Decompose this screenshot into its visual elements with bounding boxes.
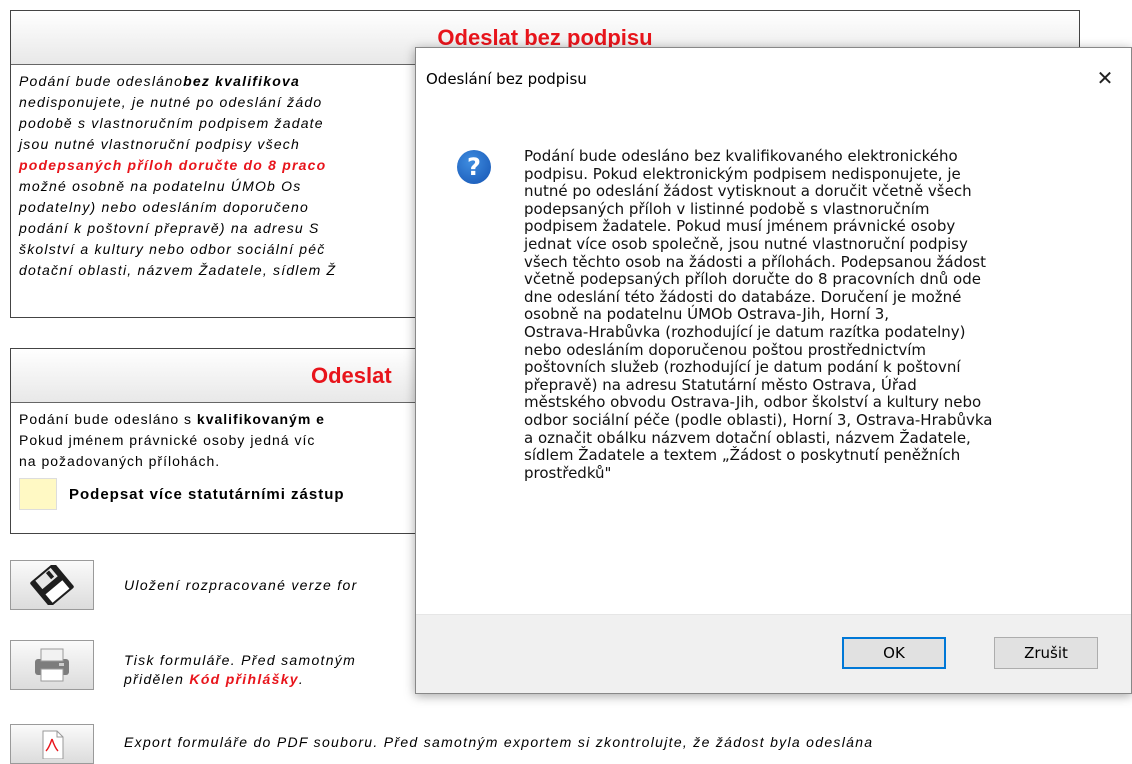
dialog-message-line: městského obvodu Ostrava-Jih, odbor škol… <box>524 393 982 412</box>
desc-line: nedisponujete, je nutné po odeslání žádo <box>19 94 323 110</box>
desc-line: dotační oblasti, názvem Žadatele, sídlem… <box>19 262 337 278</box>
dialog-message-line: poštovních služeb (rozhodující je datum … <box>524 358 961 377</box>
desc-line-bold: kvalifikovaným e <box>196 411 325 427</box>
print-desc-line: přidělen <box>124 671 190 687</box>
question-icon: ? <box>457 150 491 184</box>
export-pdf-button[interactable] <box>10 724 94 764</box>
dialog-message: Podání bude odesláno bez kvalifikovaného… <box>524 147 1084 482</box>
dialog-message-line: podpisu. Pokud elektronickým podpisem ne… <box>524 164 961 183</box>
desc-line: podatelny) nebo odesláním doporučeno <box>19 199 309 215</box>
dialog-message-line: podpisem žadatele. Pokud musí jménem prá… <box>524 217 956 236</box>
print-desc-line: . <box>298 671 305 687</box>
ok-button[interactable]: OK <box>842 637 946 669</box>
confirm-dialog: Odeslání bez podpisu ✕ ? Podání bude ode… <box>415 47 1132 694</box>
desc-line: Podání bude odesláno <box>19 73 184 89</box>
desc-line: možné osobně na podatelnu ÚMOb Os <box>19 178 302 194</box>
desc-line-red: podepsaných příloh doručte do 8 praco <box>19 157 327 173</box>
desc-line: Podání bude odesláno s <box>19 411 197 427</box>
dialog-message-line: sídlem Žadatele a textem „Žádost o posky… <box>524 446 961 465</box>
print-desc-line: Tisk formuláře. Před samotným <box>124 652 357 668</box>
dialog-footer: OK Zrušit <box>416 614 1131 693</box>
dialog-message-line: podepsaných příloh v listinné podobě s v… <box>524 199 930 218</box>
dialog-titlebar: Odeslání bez podpisu ✕ <box>416 48 1131 110</box>
dialog-message-line: přepravě) na adresu Statutární město Ost… <box>524 375 917 394</box>
save-button[interactable] <box>10 560 94 610</box>
pdf-file-icon <box>42 730 64 759</box>
desc-line: školství a kultury nebo odbor sociální p… <box>19 241 326 257</box>
desc-line: jsou nutné vlastnoruční podpisy všech <box>19 136 300 152</box>
sign-multiple-label: Podepsat více statutárními zástup <box>69 485 345 503</box>
dialog-message-line: prostředků" <box>524 463 612 482</box>
dialog-title: Odeslání bez podpisu <box>426 70 587 88</box>
dialog-message-line: dne odeslání této žádosti do databáze. D… <box>524 287 962 306</box>
save-description: Uložení rozpracované verze for <box>124 577 358 593</box>
cancel-button[interactable]: Zrušit <box>994 637 1098 669</box>
desc-line: podání k poštovní přepravě) na adresu S <box>19 220 320 236</box>
printer-icon <box>35 648 69 682</box>
dialog-message-line: včetně podepsaných příloh doručte do 8 p… <box>524 270 981 289</box>
desc-line-bold: bez kvalifikova <box>183 73 300 89</box>
application-code-label: Kód přihlášky <box>189 671 299 687</box>
dialog-message-line: jednat více osob společně, jsou nutné vl… <box>524 234 968 253</box>
dialog-message-line: nutné po odeslání žádost vytisknout a do… <box>524 182 972 201</box>
print-button[interactable] <box>10 640 94 690</box>
dialog-message-line: Ostrava-Hrabůvka (rozhodující je datum r… <box>524 322 966 341</box>
dialog-message-line: a označit obálku názvem dotační oblasti,… <box>524 428 971 447</box>
dialog-message-line: Podání bude odesláno bez kvalifikovaného… <box>524 147 958 165</box>
close-icon: ✕ <box>1096 66 1114 90</box>
dialog-message-line: všech těchto osob na žádosti a přílohách… <box>524 252 986 271</box>
dialog-message-line: nebo odesláním doporučenou poštou prostř… <box>524 340 926 359</box>
print-description: Tisk formuláře. Před samotným přidělen K… <box>124 651 356 689</box>
dialog-body: ? Podání bude odesláno bez kvalifikované… <box>416 110 1131 615</box>
desc-line: podobě s vlastnoručním podpisem žadate <box>19 115 324 131</box>
sign-checkbox[interactable] <box>19 478 57 510</box>
export-description: Export formuláře do PDF souboru. Před sa… <box>124 734 874 750</box>
close-button[interactable]: ✕ <box>1079 48 1131 108</box>
dialog-message-line: osobně na podatelnu ÚMOb Ostrava-Jih, Ho… <box>524 305 890 324</box>
dialog-message-line: odbor sociální péče (podle oblasti), Hor… <box>524 410 993 429</box>
floppy-disk-icon <box>30 565 74 605</box>
